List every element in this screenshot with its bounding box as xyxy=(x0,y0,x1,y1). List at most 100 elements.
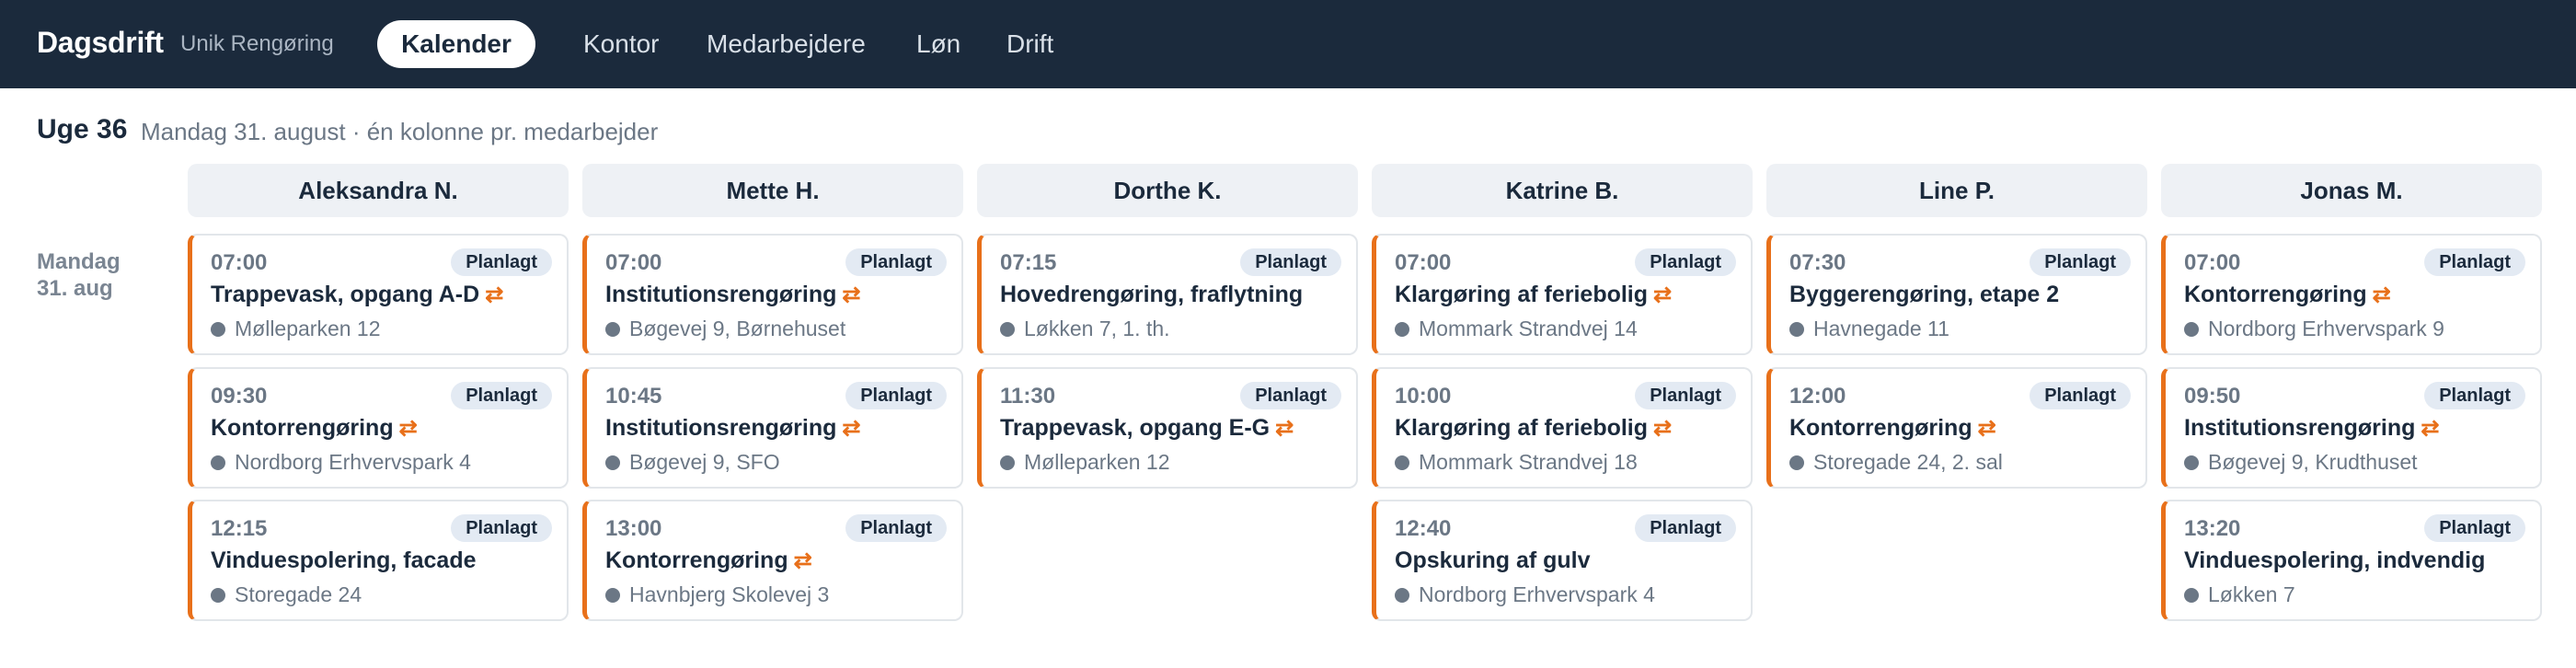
task-title: Kontorrengøring xyxy=(605,547,788,573)
location-dot-icon xyxy=(1789,455,1804,470)
task-card[interactable]: 13:20 Planlagt Vinduespolering, indvendig L… xyxy=(2161,500,2542,621)
task-card[interactable]: 09:30 Planlagt Kontorrengøring ⇄ Nordborg Er… xyxy=(188,367,569,489)
task-address-row: Havnbjerg Skolevej 3 xyxy=(605,582,829,607)
location-dot-icon xyxy=(2184,322,2199,337)
task-address: Bøgevej 9, Børnehuset xyxy=(629,317,846,340)
task-address: Løkken 7 xyxy=(2208,582,2295,606)
task-address: Mommark Strandvej 14 xyxy=(1419,317,1638,340)
nav-item-drift[interactable]: Drift xyxy=(1006,20,1053,68)
status-badge: Planlagt xyxy=(1240,382,1341,409)
nav-item-medarbejdere[interactable]: Medarbejdere xyxy=(707,20,866,68)
location-dot-icon xyxy=(2184,455,2199,470)
task-time: 07:15 xyxy=(1000,250,1057,275)
repeat-icon: ⇄ xyxy=(842,416,861,441)
location-dot-icon xyxy=(2184,588,2199,603)
repeat-icon: ⇄ xyxy=(485,282,504,307)
task-time: 09:30 xyxy=(211,384,268,409)
task-title: Kontorrengøring xyxy=(2184,282,2367,307)
top-navigation-bar: Dagsdrift Unik Rengøring Kalender Kontor… xyxy=(0,0,2576,88)
nav-item-kontor[interactable]: Kontor xyxy=(583,20,660,68)
task-address-row: Mølleparken 12 xyxy=(211,317,381,341)
task-card[interactable]: 09:50 Planlagt Institutionsrengøring ⇄ Bøgev… xyxy=(2161,367,2542,489)
task-title: Klargøring af feriebolig xyxy=(1395,415,1649,441)
task-title: Byggerengøring, etape 2 xyxy=(1789,282,2060,307)
repeat-icon: ⇄ xyxy=(842,282,861,307)
task-title: Klargøring af feriebolig xyxy=(1395,282,1649,307)
location-dot-icon xyxy=(1395,588,1409,603)
task-address: Mølleparken 12 xyxy=(235,317,381,340)
task-title: Kontorrengøring xyxy=(211,415,394,441)
day-label: Mandag 31. aug xyxy=(37,248,121,302)
location-dot-icon xyxy=(1000,322,1015,337)
task-address-row: Mommark Strandvej 18 xyxy=(1395,450,1638,475)
repeat-icon: ⇄ xyxy=(1653,282,1673,307)
task-card[interactable]: 10:45 Planlagt Institutionsrengøring ⇄ Bøgev… xyxy=(582,367,963,489)
task-card[interactable]: 12:40 Planlagt Opskuring af gulv Nordborg E… xyxy=(1372,500,1753,621)
task-time: 07:00 xyxy=(211,250,268,275)
location-dot-icon xyxy=(605,322,620,337)
task-time: 07:30 xyxy=(1789,250,1846,275)
task-title-row: Klargøring af feriebolig ⇄ xyxy=(1395,415,1672,442)
status-badge: Planlagt xyxy=(845,248,947,276)
task-title-row: Vinduespolering, indvendig xyxy=(2184,547,2485,574)
task-title: Institutionsrengøring xyxy=(605,282,837,307)
location-dot-icon xyxy=(605,455,620,470)
task-title: Vinduespolering, facade xyxy=(211,547,477,573)
task-card[interactable]: 11:30 Planlagt Trappevask, opgang E-G ⇄ Møll… xyxy=(977,367,1358,489)
task-address: Mommark Strandvej 18 xyxy=(1419,450,1638,474)
task-card[interactable]: 07:00 Planlagt Institutionsrengøring ⇄ Bøgev… xyxy=(582,234,963,355)
task-title: Trappevask, opgang E-G xyxy=(1000,415,1271,441)
task-title-row: Klargøring af feriebolig ⇄ xyxy=(1395,282,1672,308)
task-address-row: Mommark Strandvej 14 xyxy=(1395,317,1638,341)
task-address: Bøgevej 9, SFO xyxy=(629,450,780,474)
task-time: 09:50 xyxy=(2184,384,2241,409)
task-title-row: Hovedrengøring, fraflytning xyxy=(1000,282,1303,308)
repeat-icon: ⇄ xyxy=(793,548,812,573)
task-address-row: Storegade 24, 2. sal xyxy=(1789,450,2003,475)
location-dot-icon xyxy=(605,588,620,603)
task-title-row: Kontorrengøring ⇄ xyxy=(2184,282,2391,308)
task-card[interactable]: 07:00 Planlagt Klargøring af feriebolig ⇄ Mo… xyxy=(1372,234,1753,355)
employee-column-header: Aleksandra N. xyxy=(188,164,569,217)
task-title: Kontorrengøring xyxy=(1789,415,1972,441)
employee-column-header: Line P. xyxy=(1766,164,2147,217)
task-title-row: Kontorrengøring ⇄ xyxy=(1789,415,1996,442)
task-title-row: Institutionsrengøring ⇄ xyxy=(605,282,860,308)
location-dot-icon xyxy=(1395,322,1409,337)
task-time: 07:00 xyxy=(2184,250,2241,275)
task-title-row: Opskuring af gulv xyxy=(1395,547,1591,574)
task-title: Institutionsrengøring xyxy=(605,415,837,441)
nav-item-loen[interactable]: Løn xyxy=(916,20,960,68)
task-title-row: Trappevask, opgang E-G ⇄ xyxy=(1000,415,1294,442)
task-card[interactable]: 07:30 Planlagt Byggerengøring, etape 2 Havn… xyxy=(1766,234,2147,355)
task-time: 13:00 xyxy=(605,516,662,541)
task-card[interactable]: 07:00 Planlagt Kontorrengøring ⇄ Nordborg Er… xyxy=(2161,234,2542,355)
status-badge: Planlagt xyxy=(845,382,947,409)
app-name[interactable]: Dagsdrift xyxy=(37,26,164,60)
employee-column-header: Mette H. xyxy=(582,164,963,217)
task-card[interactable]: 10:00 Planlagt Klargøring af feriebolig ⇄ Mo… xyxy=(1372,367,1753,489)
day-name: Mandag xyxy=(37,249,121,274)
task-time: 07:00 xyxy=(605,250,662,275)
repeat-icon: ⇄ xyxy=(398,416,418,441)
task-card[interactable]: 07:15 Planlagt Hovedrengøring, fraflytning… xyxy=(977,234,1358,355)
status-badge: Planlagt xyxy=(2424,382,2525,409)
location-dot-icon xyxy=(1789,322,1804,337)
task-card[interactable]: 07:00 Planlagt Trappevask, opgang A-D ⇄ Møll… xyxy=(188,234,569,355)
task-time: 07:00 xyxy=(1395,250,1452,275)
status-badge: Planlagt xyxy=(1635,382,1736,409)
task-card[interactable]: 13:00 Planlagt Kontorrengøring ⇄ Havnbjerg S… xyxy=(582,500,963,621)
nav-item-kalender[interactable]: Kalender xyxy=(377,20,535,68)
status-badge: Planlagt xyxy=(2030,248,2131,276)
task-title: Hovedrengøring, fraflytning xyxy=(1000,282,1304,307)
employee-column-header: Katrine B. xyxy=(1372,164,1753,217)
task-address-row: Bøgevej 9, SFO xyxy=(605,450,780,475)
task-title-row: Vinduespolering, facade xyxy=(211,547,477,574)
status-badge: Planlagt xyxy=(451,514,552,542)
repeat-icon: ⇄ xyxy=(1977,416,1996,441)
location-dot-icon xyxy=(211,322,225,337)
task-card[interactable]: 12:00 Planlagt Kontorrengøring ⇄ Storegade 2… xyxy=(1766,367,2147,489)
task-title-row: Institutionsrengøring ⇄ xyxy=(2184,415,2439,442)
task-address-row: Nordborg Erhvervspark 4 xyxy=(211,450,471,475)
task-card[interactable]: 12:15 Planlagt Vinduespolering, facade Stor… xyxy=(188,500,569,621)
